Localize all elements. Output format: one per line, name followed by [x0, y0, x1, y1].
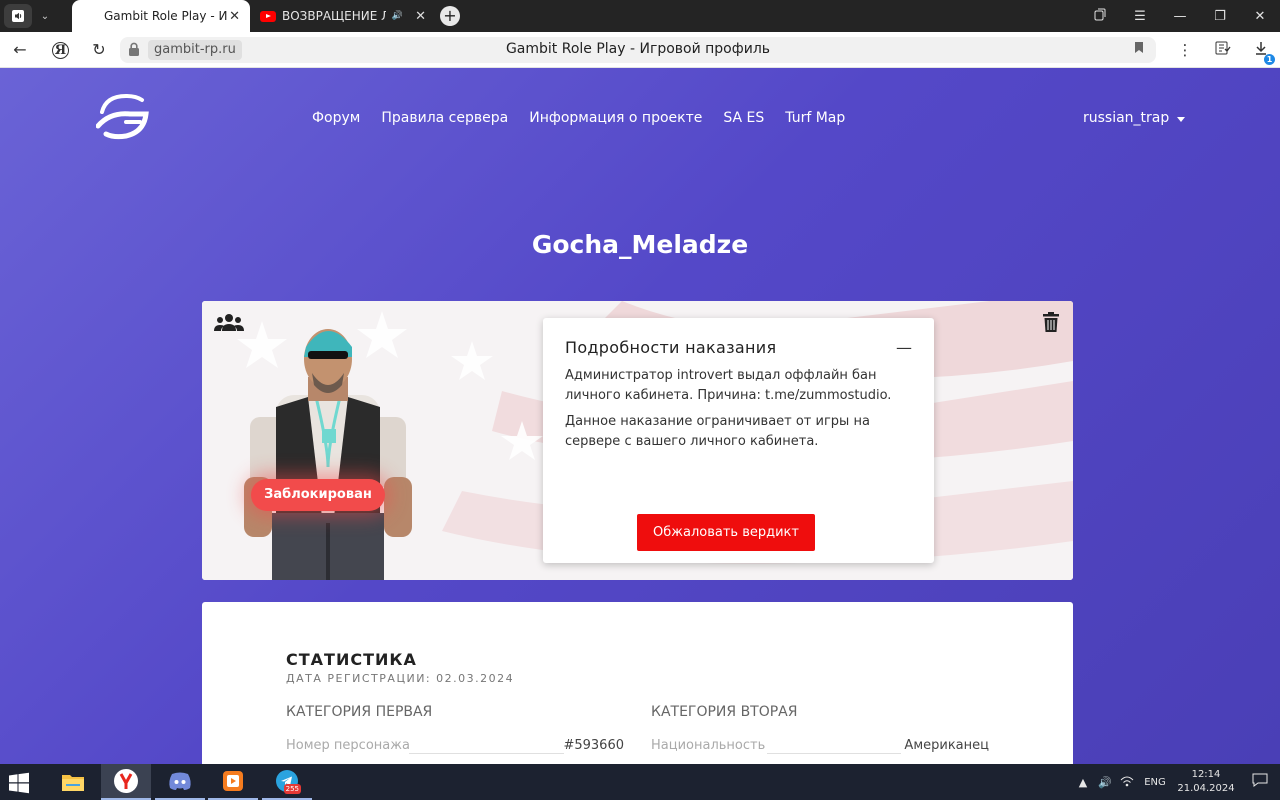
tabs-list-chevron-icon[interactable]: ⌄ [36, 5, 54, 27]
tab-close-icon[interactable]: ✕ [415, 9, 426, 24]
close-window-button[interactable]: ✕ [1240, 9, 1280, 24]
site-nav: Форум Правила сервера Информация о проек… [312, 110, 845, 126]
reading-list-icon[interactable] [1204, 41, 1242, 59]
blocked-status-badge: Заблокирован [251, 479, 385, 511]
wifi-icon[interactable] [1116, 775, 1138, 790]
player-name: Gocha_Meladze [531, 230, 749, 259]
penalty-details-panel: Подробности наказания — Администратор in… [543, 318, 934, 563]
show-hidden-icons-chevron-icon[interactable]: ▲ [1072, 776, 1094, 789]
category-first-heading: КАТЕГОРИЯ ПЕРВАЯ [286, 704, 433, 720]
windows-start-icon[interactable] [8, 772, 30, 794]
new-tab-button[interactable]: + [440, 6, 460, 26]
url-field[interactable]: gambit-rp.ru Gambit Role Play - Игровой … [120, 37, 1156, 63]
nav-turf-map[interactable]: Turf Map [785, 110, 845, 126]
yandex-icon[interactable]: Я [52, 42, 69, 59]
stat-value: Американец [904, 738, 989, 753]
clock-date: 21.04.2024 [1177, 783, 1235, 794]
browser-tab-strip: ⌄ Gambit Role Play - Игровой профиль ✕ В… [0, 0, 1280, 32]
tab-close-icon[interactable]: ✕ [229, 9, 240, 24]
menu-icon[interactable]: ☰ [1120, 9, 1160, 24]
taskbar-file-explorer[interactable] [48, 764, 98, 800]
tab-gambit-profile[interactable]: Gambit Role Play - Игровой профиль ✕ [72, 0, 250, 32]
youtube-icon [260, 10, 276, 22]
delete-trash-icon[interactable] [1043, 312, 1059, 332]
reload-icon[interactable]: ↻ [87, 38, 111, 62]
nav-sa-es[interactable]: SA ES [723, 110, 764, 126]
url-page-title: Gambit Role Play - Игровой профиль [505, 41, 771, 57]
caret-down-icon [1177, 117, 1186, 122]
stat-leader-line [409, 753, 564, 754]
nav-server-rules[interactable]: Правила сервера [381, 110, 508, 126]
address-bar: ← Я ↻ gambit-rp.ru Gambit Role Play - Иг… [0, 32, 1280, 68]
appeal-verdict-button[interactable]: Обжаловать вердикт [637, 514, 815, 551]
taskbar-discord[interactable] [155, 764, 205, 800]
username: russian_trap [1083, 110, 1170, 126]
tab-title: ВОЗВРАЩЕНИЕ ЛЕГЕНДЫ [282, 9, 386, 23]
more-options-icon[interactable]: ⋮ [1166, 41, 1204, 59]
user-menu[interactable]: russian_trap [1083, 110, 1186, 126]
clock-time: 12:14 [1191, 769, 1221, 780]
stat-value: #593660 [563, 738, 624, 753]
penalty-title: Подробности наказания [565, 338, 777, 357]
tab-youtube[interactable]: ВОЗВРАЩЕНИЕ ЛЕГЕНДЫ 🔊 ✕ [256, 0, 426, 32]
downloads-badge: 1 [1264, 54, 1275, 65]
back-arrow-icon[interactable]: ← [8, 38, 32, 62]
window-controls: ☰ — ❐ ✕ [1080, 0, 1280, 32]
penalty-description: Администратор introvert выдал оффлайн ба… [565, 366, 917, 452]
downloads-icon[interactable]: 1 [1242, 41, 1280, 65]
registration-date: ДАТА РЕГИСТРАЦИИ: 02.03.2024 [286, 672, 515, 685]
notifications-icon[interactable] [1240, 773, 1280, 791]
stat-row-character-number: Номер персонажа #593660 [286, 738, 624, 756]
system-tray: ▲ 🔊 ENG 12:14 21.04.2024 [1072, 764, 1280, 800]
maximize-button[interactable]: ❐ [1200, 9, 1240, 24]
player-skin-avatar [244, 329, 412, 580]
taskbar-telegram[interactable]: 255 [262, 764, 312, 800]
statistics-card: СТАТИСТИКА ДАТА РЕГИСТРАЦИИ: 02.03.2024 … [202, 602, 1073, 764]
category-second-heading: КАТЕГОРИЯ ВТОРАЯ [651, 704, 798, 720]
taskbar-yandex-browser[interactable] [101, 764, 151, 800]
nav-project-info[interactable]: Информация о проекте [529, 110, 702, 126]
address-bar-right-controls: ⋮ 1 [1166, 32, 1280, 68]
media-sound-icon[interactable] [4, 4, 32, 28]
nav-forum[interactable]: Форум [312, 110, 360, 126]
windows-taskbar: 255 ▲ 🔊 ENG 12:14 21.04.2024 [0, 764, 1280, 800]
clock[interactable]: 12:14 21.04.2024 [1172, 768, 1240, 796]
taskbar-media-player[interactable] [208, 764, 258, 800]
tab-collections-icon[interactable] [1080, 7, 1120, 25]
penalty-reason-text: Администратор introvert выдал оффлайн ба… [565, 368, 892, 403]
stat-leader-line [767, 753, 901, 754]
folder-icon [62, 775, 84, 791]
telegram-unread-badge: 255 [283, 784, 301, 794]
gambit-logo[interactable] [96, 90, 150, 140]
minimize-button[interactable]: — [1160, 9, 1200, 24]
stat-row-nationality: Национальность Американец [651, 738, 989, 756]
page-content: Форум Правила сервера Информация о проек… [0, 68, 1280, 764]
discord-icon [169, 772, 191, 790]
media-player-icon [223, 771, 243, 791]
tab-title: Gambit Role Play - Игровой профиль [104, 9, 228, 23]
bookmark-icon[interactable] [1134, 41, 1144, 58]
stat-label: Номер персонажа [286, 738, 410, 753]
stat-label: Национальность [651, 738, 766, 753]
statistics-title: СТАТИСТИКА [286, 650, 417, 669]
input-language[interactable]: ENG [1138, 777, 1172, 788]
tab-audio-icon[interactable]: 🔊 [392, 11, 403, 21]
volume-icon[interactable]: 🔊 [1094, 776, 1116, 789]
profile-card: Заблокирован Подробности наказания — Адм… [202, 301, 1073, 580]
collapse-panel-button[interactable]: — [896, 338, 912, 357]
yandex-browser-icon [114, 769, 138, 793]
tab-strip-left-controls: ⌄ [0, 0, 60, 32]
penalty-effect-text: Данное наказание ограничивает от игры на… [565, 414, 870, 449]
